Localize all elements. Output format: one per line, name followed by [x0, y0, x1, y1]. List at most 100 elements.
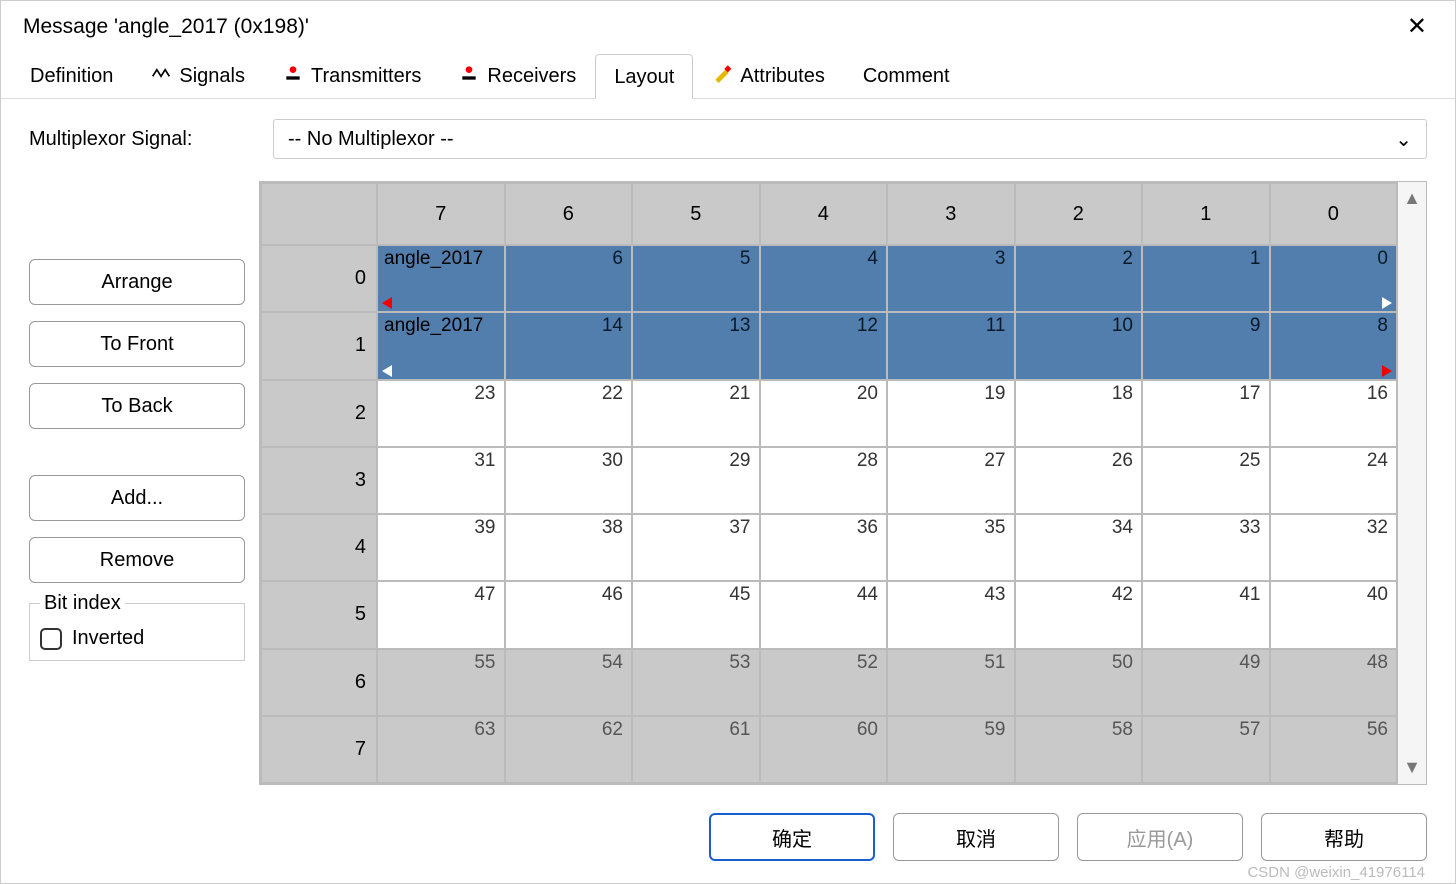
signal-bit-cell[interactable]: 12	[760, 312, 888, 379]
ok-button[interactable]: 确定	[709, 813, 875, 861]
signal-bit-cell[interactable]: 4	[760, 245, 888, 312]
bit-number: 5	[740, 248, 751, 270]
scroll-down-icon[interactable]: ▼	[1403, 757, 1421, 778]
signal-bit-cell[interactable]: 1	[1142, 245, 1270, 312]
tab-layout[interactable]: Layout	[595, 54, 693, 99]
remove-button[interactable]: Remove	[29, 537, 245, 583]
bit-number: 31	[474, 450, 495, 472]
bit-number: 8	[1377, 315, 1388, 337]
tab-label: Definition	[30, 65, 113, 88]
signal-bit-cell[interactable]: angle_2017	[377, 312, 505, 379]
bit-number: 63	[474, 719, 495, 741]
add-button[interactable]: Add...	[29, 475, 245, 521]
bit-cell: 47	[377, 581, 505, 648]
bit-cell: 61	[632, 716, 760, 783]
bit-number: 24	[1367, 450, 1388, 472]
bit-number: 39	[474, 517, 495, 539]
bit-cell: 29	[632, 447, 760, 514]
inverted-checkbox-row[interactable]: Inverted	[40, 627, 234, 650]
lsb-marker-icon	[1382, 365, 1392, 377]
bit-number: 58	[1112, 719, 1133, 741]
layout-content: Arrange To Front To Back Add... Remove B…	[29, 181, 1427, 785]
bit-cell: 52	[760, 649, 888, 716]
grid-row: 22322212019181716	[261, 380, 1397, 447]
bit-number: 49	[1239, 652, 1260, 674]
signal-bit-cell[interactable]: 11	[887, 312, 1015, 379]
bit-cell: 53	[632, 649, 760, 716]
scroll-up-icon[interactable]: ▲	[1403, 188, 1421, 209]
cancel-button[interactable]: 取消	[893, 813, 1059, 861]
bit-number: 21	[729, 383, 750, 405]
bit-cell: 62	[505, 716, 633, 783]
to-back-button[interactable]: To Back	[29, 383, 245, 429]
bit-layout-grid[interactable]: 76543210 0angle_201765432101angle_201714…	[260, 182, 1398, 784]
bit-cell: 51	[887, 649, 1015, 716]
bit-number: 33	[1239, 517, 1260, 539]
grid-col-header: 7	[377, 183, 505, 245]
bit-cell: 33	[1142, 514, 1270, 581]
bit-number: 59	[984, 719, 1005, 741]
tab-attributes[interactable]: Attributes	[693, 53, 843, 98]
bit-number: 47	[474, 584, 495, 606]
bit-number: 60	[857, 719, 878, 741]
signal-bit-cell[interactable]: 3	[887, 245, 1015, 312]
bit-number: 43	[984, 584, 1005, 606]
signal-bit-cell[interactable]: 14	[505, 312, 633, 379]
close-icon[interactable]: ✕	[1399, 11, 1435, 43]
grid-row-header: 4	[261, 514, 377, 581]
signal-bit-cell[interactable]: 0	[1270, 245, 1398, 312]
signal-bit-cell[interactable]: 2	[1015, 245, 1143, 312]
tab-bar: Definition Signals Transmitters Receiver…	[1, 53, 1455, 99]
bit-cell: 16	[1270, 380, 1398, 447]
bit-number: 35	[984, 517, 1005, 539]
tab-label: Layout	[614, 66, 674, 89]
signal-bit-cell[interactable]: 13	[632, 312, 760, 379]
inverted-checkbox[interactable]	[40, 628, 62, 650]
bit-cell: 43	[887, 581, 1015, 648]
bit-number: 0	[1377, 248, 1388, 270]
tab-receivers[interactable]: Receivers	[440, 53, 595, 98]
inverted-label: Inverted	[72, 627, 144, 650]
bit-number: 2	[1122, 248, 1133, 270]
bit-cell: 31	[377, 447, 505, 514]
signal-bit-cell[interactable]: 5	[632, 245, 760, 312]
signal-bit-cell[interactable]: 10	[1015, 312, 1143, 379]
tab-definition[interactable]: Definition	[11, 53, 132, 98]
tab-signals[interactable]: Signals	[132, 53, 264, 98]
signal-bit-cell[interactable]: 9	[1142, 312, 1270, 379]
bit-cell: 58	[1015, 716, 1143, 783]
grid-col-header: 6	[505, 183, 633, 245]
continuation-marker-icon	[382, 365, 392, 377]
signals-icon	[151, 63, 171, 89]
bit-cell: 63	[377, 716, 505, 783]
arrange-button[interactable]: Arrange	[29, 259, 245, 305]
multiplexor-label: Multiplexor Signal:	[29, 128, 273, 151]
multiplexor-select[interactable]: -- No Multiplexor -- ⌄	[273, 119, 1427, 159]
bit-layout-grid-wrap: 76543210 0angle_201765432101angle_201714…	[259, 181, 1427, 785]
help-button[interactable]: 帮助	[1261, 813, 1427, 861]
layout-panel: Multiplexor Signal: -- No Multiplexor --…	[1, 99, 1455, 795]
signal-bit-cell[interactable]: 8	[1270, 312, 1398, 379]
grid-scrollbar[interactable]: ▲ ▼	[1398, 182, 1426, 784]
bit-cell: 37	[632, 514, 760, 581]
signal-bit-cell[interactable]: 6	[505, 245, 633, 312]
msb-marker-icon	[382, 297, 392, 309]
tab-transmitters[interactable]: Transmitters	[264, 53, 440, 98]
signal-bit-cell[interactable]: angle_2017	[377, 245, 505, 312]
grid-corner	[261, 183, 377, 245]
bit-number: 56	[1367, 719, 1388, 741]
tab-comment[interactable]: Comment	[844, 53, 969, 98]
bit-number: 3	[995, 248, 1006, 270]
grid-row-header: 5	[261, 581, 377, 648]
to-front-button[interactable]: To Front	[29, 321, 245, 367]
bit-number: 44	[857, 584, 878, 606]
bit-number: 6	[612, 248, 623, 270]
continuation-marker-icon	[1382, 297, 1392, 309]
bit-number: 42	[1112, 584, 1133, 606]
bit-cell: 59	[887, 716, 1015, 783]
grid-row: 1angle_2017141312111098	[261, 312, 1397, 379]
tab-label: Attributes	[740, 65, 824, 88]
bit-cell: 55	[377, 649, 505, 716]
tab-label: Signals	[179, 65, 245, 88]
bit-number: 61	[729, 719, 750, 741]
